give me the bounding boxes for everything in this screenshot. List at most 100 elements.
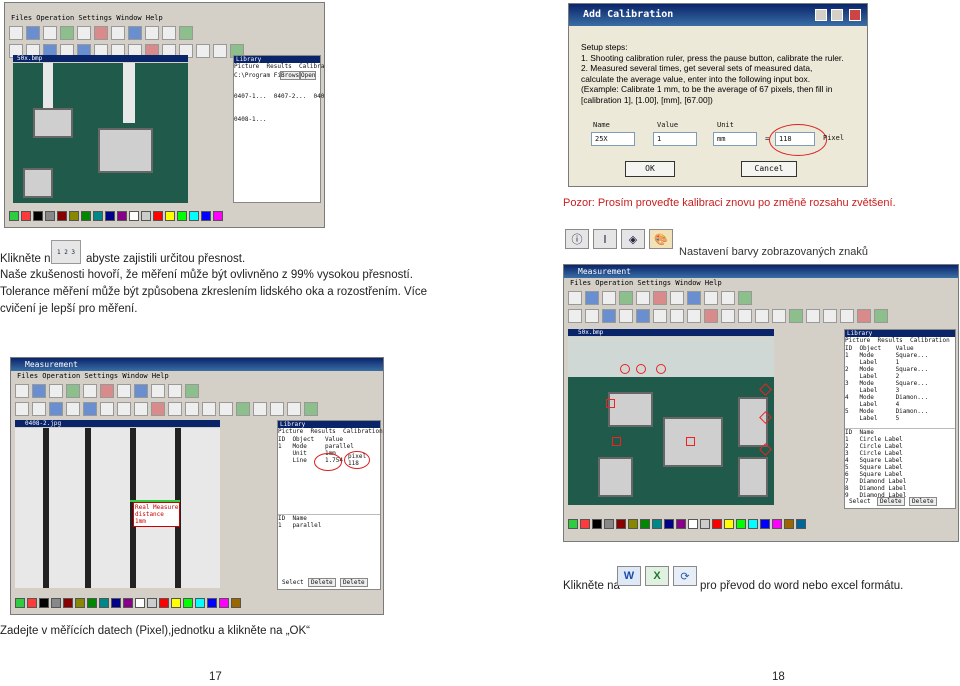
color-swatch[interactable] bbox=[39, 598, 49, 608]
tool-icon[interactable] bbox=[304, 402, 318, 416]
color-swatch[interactable] bbox=[51, 598, 61, 608]
color-swatch[interactable] bbox=[700, 519, 710, 529]
color-swatch[interactable] bbox=[93, 211, 103, 221]
palette-icon[interactable]: 🎨 bbox=[649, 229, 673, 249]
library-tabs[interactable]: Picture Results Calibration bbox=[278, 428, 383, 435]
delete-all-button[interactable]: Delete bbox=[909, 497, 937, 506]
tool-icon[interactable] bbox=[806, 309, 820, 323]
color-swatch[interactable] bbox=[652, 519, 662, 529]
tool-icon[interactable] bbox=[721, 291, 735, 305]
color-swatch[interactable] bbox=[201, 211, 211, 221]
menu-bar[interactable]: Files Operation Settings Window Help bbox=[11, 371, 383, 382]
color-swatch[interactable] bbox=[99, 598, 109, 608]
open-button[interactable]: Open bbox=[300, 71, 317, 80]
tool-icon[interactable] bbox=[585, 309, 599, 323]
tool-icon[interactable] bbox=[9, 26, 23, 40]
library-tabs[interactable]: Picture Results Calibration bbox=[234, 63, 324, 70]
tool-icon[interactable] bbox=[100, 384, 114, 398]
tool-icon[interactable] bbox=[704, 291, 718, 305]
name-input[interactable]: 25X bbox=[591, 132, 635, 146]
library-tabs[interactable]: Picture Results Calibration bbox=[845, 337, 955, 344]
tool-icon[interactable] bbox=[840, 309, 854, 323]
tool-icon[interactable] bbox=[111, 26, 125, 40]
tool-icon[interactable] bbox=[32, 384, 46, 398]
tool-icon[interactable] bbox=[117, 402, 131, 416]
color-swatch[interactable] bbox=[784, 519, 794, 529]
color-swatch[interactable] bbox=[27, 598, 37, 608]
tool-icon[interactable] bbox=[134, 402, 148, 416]
menu-bar[interactable]: Files Operation Settings Window Help bbox=[564, 278, 958, 289]
tool-icon[interactable] bbox=[128, 26, 142, 40]
refresh-icon[interactable]: ⟳ bbox=[673, 566, 697, 586]
value-input[interactable]: 1 bbox=[653, 132, 697, 146]
color-swatch[interactable] bbox=[592, 519, 602, 529]
color-swatch[interactable] bbox=[231, 598, 241, 608]
tool-icon[interactable] bbox=[253, 402, 267, 416]
color-swatch[interactable] bbox=[45, 211, 55, 221]
tool-icon[interactable] bbox=[687, 309, 701, 323]
close-icon[interactable] bbox=[849, 9, 861, 21]
color-swatch[interactable] bbox=[195, 598, 205, 608]
color-swatch[interactable] bbox=[712, 519, 722, 529]
tool-icon[interactable] bbox=[738, 309, 752, 323]
tool-icon[interactable] bbox=[738, 291, 752, 305]
color-swatch[interactable] bbox=[796, 519, 806, 529]
word-export-icon[interactable]: W bbox=[617, 566, 641, 586]
color-swatch[interactable] bbox=[33, 211, 43, 221]
ok-button[interactable]: OK bbox=[625, 161, 675, 177]
color-swatch[interactable] bbox=[165, 211, 175, 221]
tool-icon[interactable] bbox=[66, 384, 80, 398]
tool-icon[interactable] bbox=[185, 402, 199, 416]
tool-icon[interactable] bbox=[117, 384, 131, 398]
tool-icon[interactable] bbox=[755, 309, 769, 323]
tool-icon[interactable] bbox=[145, 26, 159, 40]
tool-icon[interactable] bbox=[568, 291, 582, 305]
color-swatch[interactable] bbox=[75, 598, 85, 608]
tool-icon[interactable] bbox=[60, 26, 74, 40]
color-swatch[interactable] bbox=[568, 519, 578, 529]
delete-button[interactable]: Delete bbox=[308, 578, 336, 587]
color-swatch[interactable] bbox=[177, 211, 187, 221]
color-swatch[interactable] bbox=[57, 211, 67, 221]
tool-icon[interactable] bbox=[568, 309, 582, 323]
tool-icon[interactable] bbox=[721, 309, 735, 323]
tool-icon[interactable] bbox=[77, 26, 91, 40]
tool-icon[interactable] bbox=[772, 309, 786, 323]
tool-icon[interactable] bbox=[151, 402, 165, 416]
tool-icon[interactable] bbox=[49, 402, 63, 416]
tool-icon[interactable] bbox=[602, 291, 616, 305]
tool-icon[interactable] bbox=[219, 402, 233, 416]
color-swatch[interactable] bbox=[153, 211, 163, 221]
tool-icon[interactable] bbox=[26, 26, 40, 40]
tool-icon[interactable] bbox=[602, 309, 616, 323]
tool-icon[interactable] bbox=[287, 402, 301, 416]
tool-icon[interactable] bbox=[687, 291, 701, 305]
color-swatch[interactable] bbox=[189, 211, 199, 221]
color-swatch[interactable] bbox=[9, 211, 19, 221]
tool-icon[interactable] bbox=[653, 309, 667, 323]
tool-icon[interactable] bbox=[15, 402, 29, 416]
color-swatch[interactable] bbox=[105, 211, 115, 221]
color-swatch[interactable] bbox=[141, 211, 151, 221]
select-checkbox[interactable]: Select bbox=[849, 498, 871, 505]
tool-icon[interactable] bbox=[202, 402, 216, 416]
color-swatch[interactable] bbox=[135, 598, 145, 608]
color-swatch[interactable] bbox=[111, 598, 121, 608]
tool-icon[interactable] bbox=[151, 384, 165, 398]
select-checkbox[interactable]: Select bbox=[282, 579, 304, 586]
tool-icon[interactable] bbox=[636, 309, 650, 323]
tool-icon[interactable] bbox=[619, 309, 633, 323]
pixel-input[interactable]: 118 bbox=[775, 132, 815, 146]
tool-icon[interactable] bbox=[636, 291, 650, 305]
tool-icon[interactable] bbox=[83, 384, 97, 398]
color-swatch[interactable] bbox=[63, 598, 73, 608]
excel-export-icon[interactable]: X bbox=[645, 566, 669, 586]
menu-bar[interactable]: Files Operation Settings Window Help bbox=[5, 13, 324, 24]
color-swatch[interactable] bbox=[580, 519, 590, 529]
color-swatch[interactable] bbox=[21, 211, 31, 221]
cancel-button[interactable]: Cancel bbox=[741, 161, 797, 177]
minimize-icon[interactable] bbox=[815, 9, 827, 21]
tool-icon[interactable] bbox=[168, 402, 182, 416]
tool-icon[interactable] bbox=[236, 402, 250, 416]
color-swatch[interactable] bbox=[117, 211, 127, 221]
